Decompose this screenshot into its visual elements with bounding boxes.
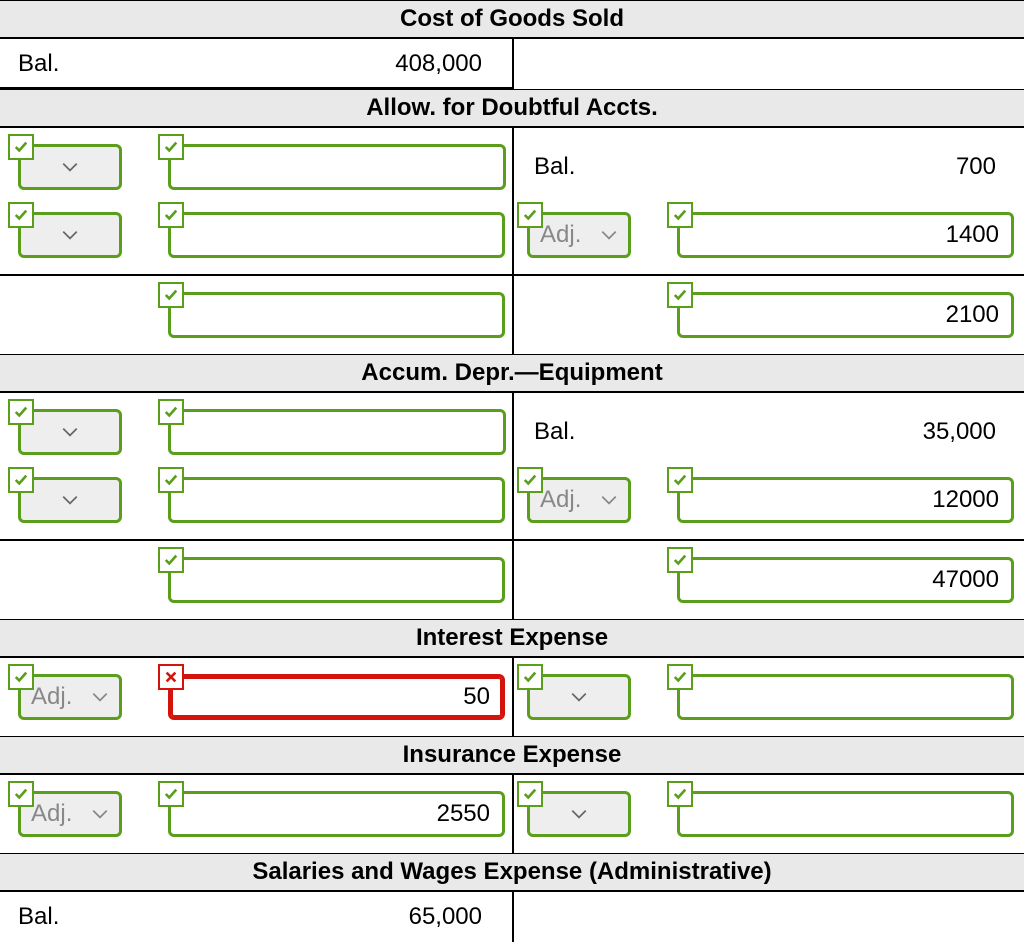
account-header-interest: Interest Expense bbox=[0, 619, 1024, 658]
check-icon bbox=[517, 664, 543, 690]
balance-label: Bal. bbox=[10, 903, 59, 931]
dropdown-value: Adj. bbox=[540, 221, 600, 249]
dropdown-value: Adj. bbox=[540, 486, 600, 514]
credit-amount-input[interactable]: 12000 bbox=[677, 477, 1014, 523]
check-icon bbox=[667, 282, 693, 308]
check-icon bbox=[517, 467, 543, 493]
check-icon bbox=[8, 781, 34, 807]
account-header-ada: Allow. for Doubtful Accts. bbox=[0, 89, 1024, 128]
check-icon bbox=[158, 399, 184, 425]
debit-amount-input[interactable] bbox=[168, 409, 506, 455]
balance-value: 35,000 bbox=[575, 418, 1014, 446]
check-icon bbox=[158, 134, 184, 160]
check-icon bbox=[667, 547, 693, 573]
check-icon bbox=[158, 781, 184, 807]
account-header-insurance: Insurance Expense bbox=[0, 736, 1024, 775]
credit-total-input[interactable]: 47000 bbox=[677, 557, 1014, 603]
balance-value: 65,000 bbox=[59, 903, 500, 931]
balance-value: 408,000 bbox=[59, 50, 500, 78]
debit-amount-input[interactable]: 2550 bbox=[168, 791, 505, 837]
dropdown-value: Adj. bbox=[31, 683, 91, 711]
check-icon bbox=[667, 781, 693, 807]
account-header-cogs: Cost of Goods Sold bbox=[0, 0, 1024, 39]
debit-amount-input[interactable] bbox=[168, 477, 505, 523]
check-icon bbox=[517, 781, 543, 807]
dropdown-value: Adj. bbox=[31, 800, 91, 828]
account-header-salaries: Salaries and Wages Expense (Administrati… bbox=[0, 853, 1024, 892]
check-icon bbox=[517, 202, 543, 228]
credit-total-input[interactable]: 2100 bbox=[677, 292, 1014, 338]
check-icon bbox=[8, 134, 34, 160]
balance-label: Bal. bbox=[526, 153, 575, 181]
credit-amount-input[interactable] bbox=[677, 674, 1014, 720]
credit-amount-input[interactable] bbox=[677, 791, 1014, 837]
check-icon bbox=[8, 202, 34, 228]
check-icon bbox=[667, 664, 693, 690]
check-icon bbox=[8, 399, 34, 425]
check-icon bbox=[667, 202, 693, 228]
balance-value: 700 bbox=[575, 153, 1014, 181]
credit-amount-input[interactable]: 1400 bbox=[677, 212, 1014, 258]
check-icon bbox=[8, 664, 34, 690]
check-icon bbox=[158, 282, 184, 308]
check-icon bbox=[8, 467, 34, 493]
balance-label: Bal. bbox=[10, 50, 59, 78]
check-icon bbox=[158, 467, 184, 493]
check-icon bbox=[158, 202, 184, 228]
balance-label: Bal. bbox=[526, 418, 575, 446]
check-icon bbox=[667, 467, 693, 493]
debit-total-input[interactable] bbox=[168, 557, 505, 603]
account-header-accum: Accum. Depr.—Equipment bbox=[0, 354, 1024, 393]
debit-amount-input[interactable] bbox=[168, 212, 505, 258]
check-icon bbox=[158, 547, 184, 573]
debit-amount-input[interactable] bbox=[168, 144, 506, 190]
error-icon bbox=[158, 664, 184, 690]
debit-amount-input[interactable]: 50 bbox=[168, 674, 505, 720]
debit-total-input[interactable] bbox=[168, 292, 505, 338]
